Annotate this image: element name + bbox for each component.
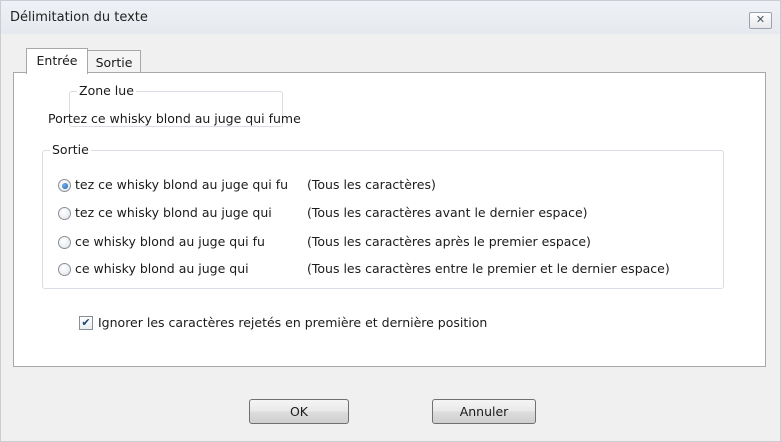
close-button[interactable]: ✕ [749, 12, 772, 29]
ignore-rejected-chars-label[interactable]: Ignorer les caractères rejetés en premiè… [98, 315, 487, 330]
tab-sortie[interactable]: Sortie [87, 50, 141, 74]
tab-entree-label: Entrée [36, 53, 78, 68]
zone-lue-legend: Zone lue [77, 83, 136, 98]
radio-option-description: (Tous les caractères avant le dernier es… [307, 205, 588, 220]
tab-panel: Zone lue Portez ce whisky blond au juge … [13, 72, 766, 367]
zone-lue-text: Portez ce whisky blond au juge qui fume [48, 111, 301, 126]
radio-button[interactable] [58, 263, 71, 276]
radio-option-preview[interactable]: ce whisky blond au juge qui [75, 261, 249, 276]
tab-sortie-label: Sortie [95, 55, 133, 70]
radio-option-description: (Tous les caractères entre le premier et… [307, 261, 670, 276]
radio-button-checked[interactable] [58, 179, 71, 192]
radio-option-preview[interactable]: ce whisky blond au juge qui fu [75, 234, 265, 249]
ok-button-label: OK [289, 404, 309, 419]
title-bar: Délimitation du texte ✕ [1, 1, 780, 34]
radio-option-preview[interactable]: tez ce whisky blond au juge qui fu [75, 177, 288, 192]
close-icon: ✕ [755, 13, 766, 26]
radio-button[interactable] [58, 207, 71, 220]
cancel-button[interactable]: Annuler [432, 399, 536, 424]
tab-entree[interactable]: Entrée [26, 48, 88, 74]
radio-button[interactable] [58, 236, 71, 249]
dialog-window: Délimitation du texte ✕ Entrée Sortie Zo… [0, 0, 781, 442]
ignore-rejected-chars-checkbox[interactable]: ✔ [79, 316, 93, 330]
radio-option-preview[interactable]: tez ce whisky blond au juge qui [75, 205, 272, 220]
window-title: Délimitation du texte [10, 10, 148, 25]
radio-option-description: (Tous les caractères) [307, 177, 436, 192]
radio-option-description: (Tous les caractères après le premier es… [307, 234, 591, 249]
cancel-button-label: Annuler [459, 404, 509, 419]
checkmark-icon: ✔ [81, 316, 91, 329]
sortie-legend: Sortie [50, 142, 91, 157]
ok-button[interactable]: OK [249, 399, 349, 424]
